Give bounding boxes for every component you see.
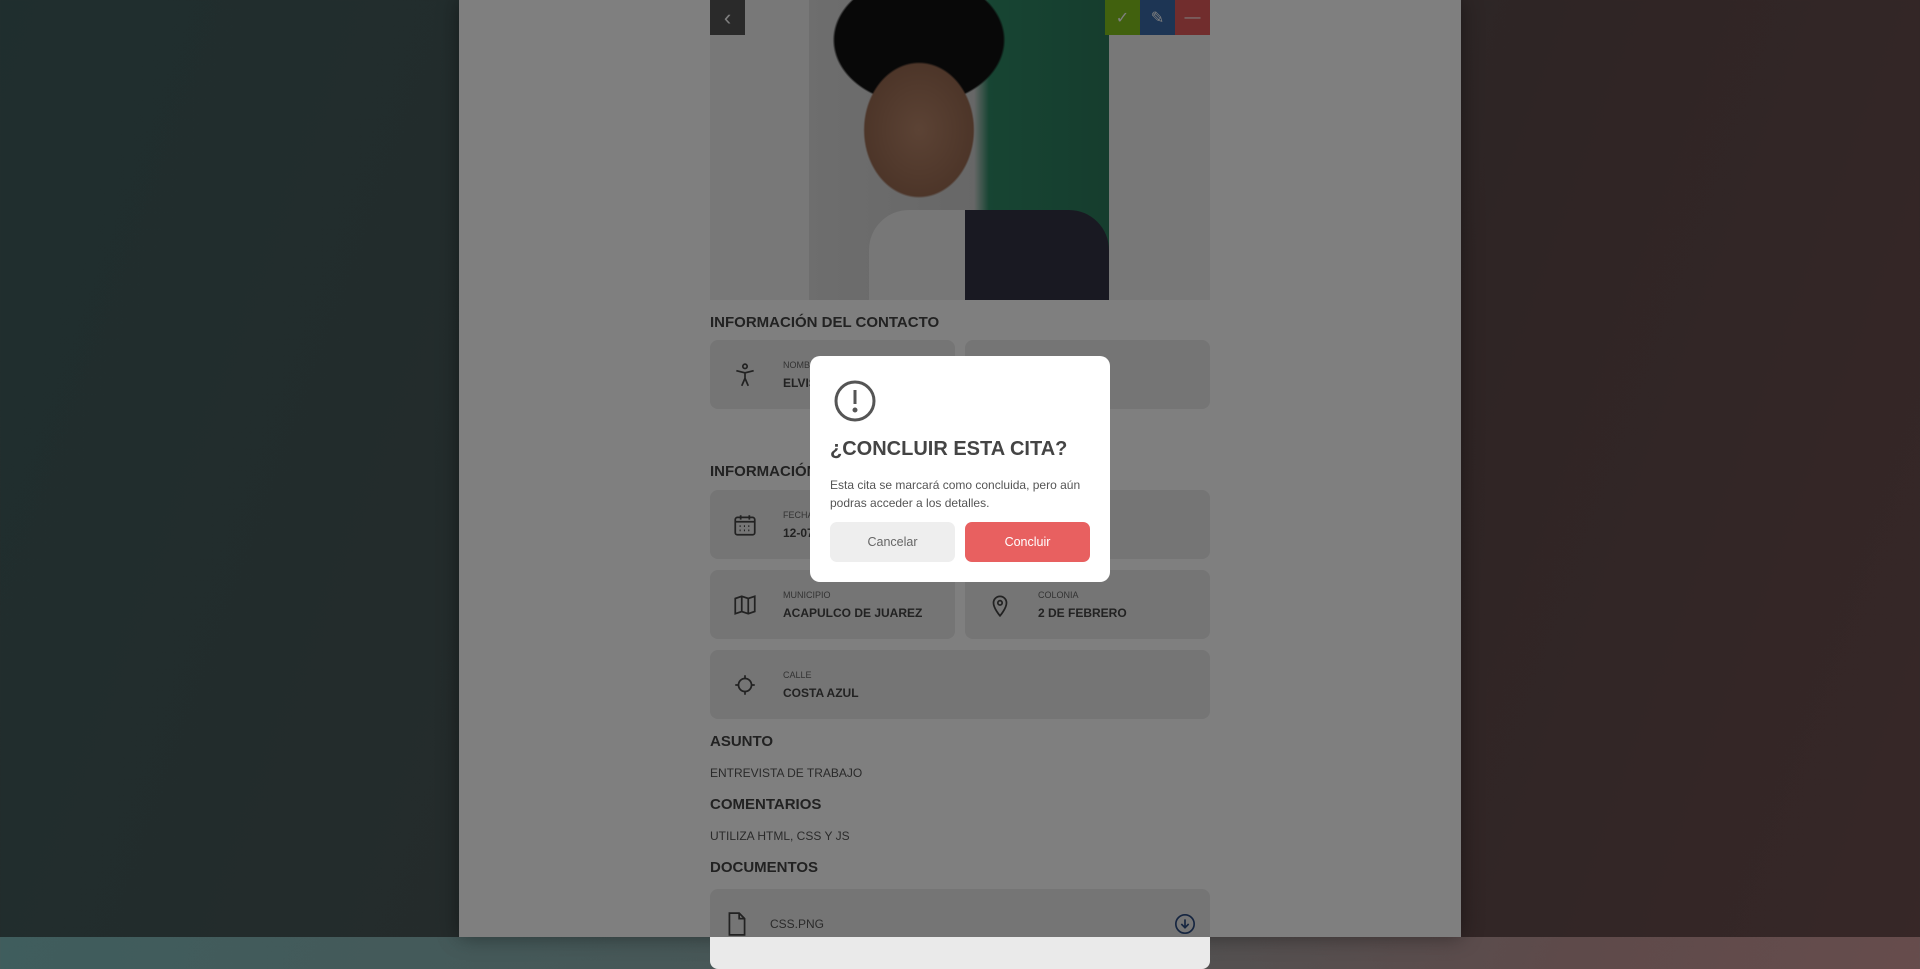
dialog-title: ¿CONCLUIR ESTA CITA? — [830, 438, 1068, 460]
confirm-conclude-button[interactable]: Concluir — [965, 522, 1090, 562]
dialog-message: Esta cita se marcará como concluida, per… — [830, 478, 1081, 510]
confirm-dialog: ¿CONCLUIR ESTA CITA? Esta cita se marcar… — [810, 356, 1110, 582]
exclamation-circle-icon — [834, 380, 876, 422]
cancel-button[interactable]: Cancelar — [830, 522, 955, 562]
